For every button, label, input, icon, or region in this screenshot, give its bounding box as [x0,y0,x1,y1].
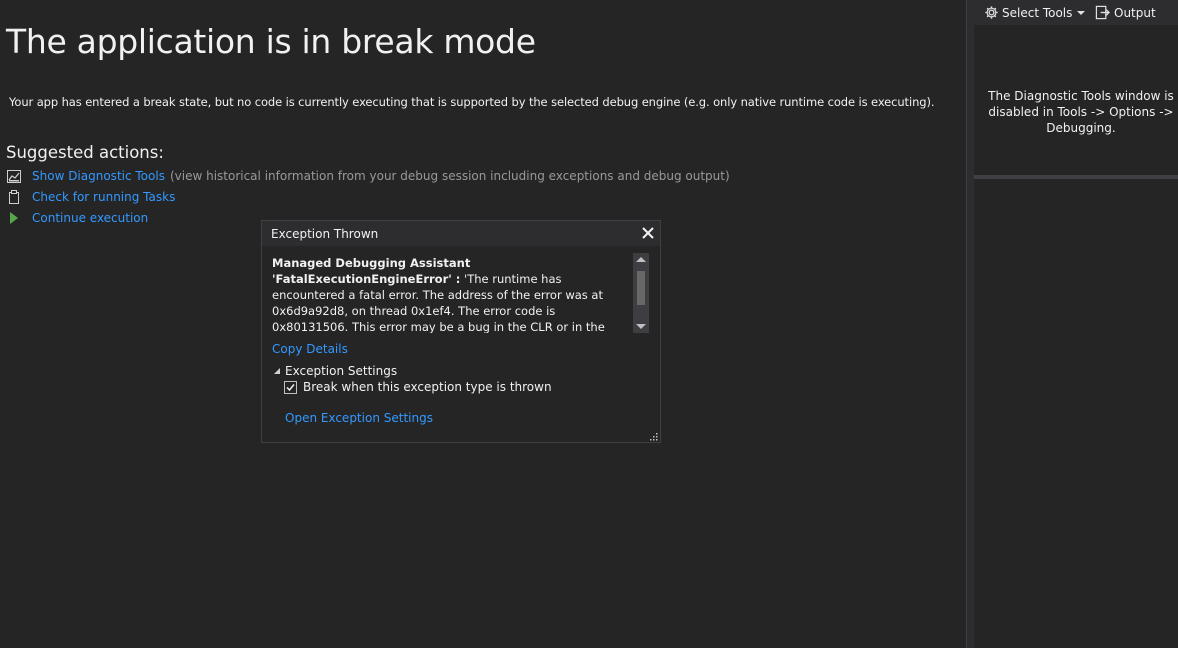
clipboard-icon [6,189,22,205]
output-label: Output [1114,5,1156,20]
break-when-thrown-label: Break when this exception type is thrown [303,380,552,394]
break-when-thrown-checkbox[interactable] [284,380,297,394]
select-tools-label: Select Tools [1002,5,1073,20]
show-diagnostic-tools-note: (view historical information from your d… [169,169,730,183]
diagnostic-toolbar: Select Tools Output [974,0,1178,25]
diagnostic-pane-divider[interactable] [974,175,1178,179]
exception-popup-title: Exception Thrown [271,227,379,241]
continue-execution-link[interactable]: Continue execution [32,211,148,225]
gear-icon [985,6,998,19]
break-description: Your app has entered a break state, but … [9,95,935,109]
diagnostic-tools-pane: Select Tools Output The Diagnostic Tools… [974,0,1178,648]
check-running-tasks-link[interactable]: Check for running Tasks [32,190,175,204]
break-mode-pane: The application is in break mode Your ap… [0,0,966,648]
exception-message: Managed Debugging Assistant 'FatalExecut… [272,255,628,333]
copy-details-link[interactable]: Copy Details [272,342,348,356]
exception-message-scrollbar[interactable] [633,253,649,333]
diagnostic-tools-icon [6,168,22,184]
close-icon[interactable] [640,225,656,241]
open-exception-settings-link[interactable]: Open Exception Settings [285,411,433,425]
show-diagnostic-tools-link[interactable]: Show Diagnostic Tools [32,169,165,183]
scroll-down-icon[interactable] [636,324,646,329]
resize-grip-icon[interactable] [648,430,658,441]
action-show-diagnostic-tools[interactable]: Show Diagnostic Tools (view historical i… [6,167,730,185]
page-title: The application is in break mode [6,22,536,61]
exception-settings-heading: Exception Settings [285,364,398,378]
checkmark-icon [286,383,295,391]
exception-popup-header: Exception Thrown [262,221,660,246]
dropdown-arrow-icon [1077,10,1086,15]
break-when-thrown-row[interactable]: Break when this exception type is thrown [284,380,552,394]
exception-settings-toggle[interactable]: Exception Settings [272,364,397,378]
output-button[interactable]: Output [1095,3,1156,22]
exception-thrown-popup: Exception Thrown Managed Debugging Assis… [261,220,661,443]
output-icon [1095,5,1110,20]
play-icon [6,210,22,226]
scroll-up-icon[interactable] [636,257,646,262]
suggested-actions-heading: Suggested actions: [6,143,164,162]
scrollbar-thumb[interactable] [637,271,645,305]
diagnostic-disabled-message: The Diagnostic Tools window is disabled … [988,89,1174,135]
action-continue-execution[interactable]: Continue execution [6,209,148,227]
triangle-expanded-icon [274,368,280,374]
exception-message-title: Managed Debugging Assistant 'FatalExecut… [272,256,471,286]
pane-splitter[interactable] [966,0,974,648]
select-tools-button[interactable]: Select Tools [984,3,1086,22]
action-check-running-tasks[interactable]: Check for running Tasks [6,188,175,206]
